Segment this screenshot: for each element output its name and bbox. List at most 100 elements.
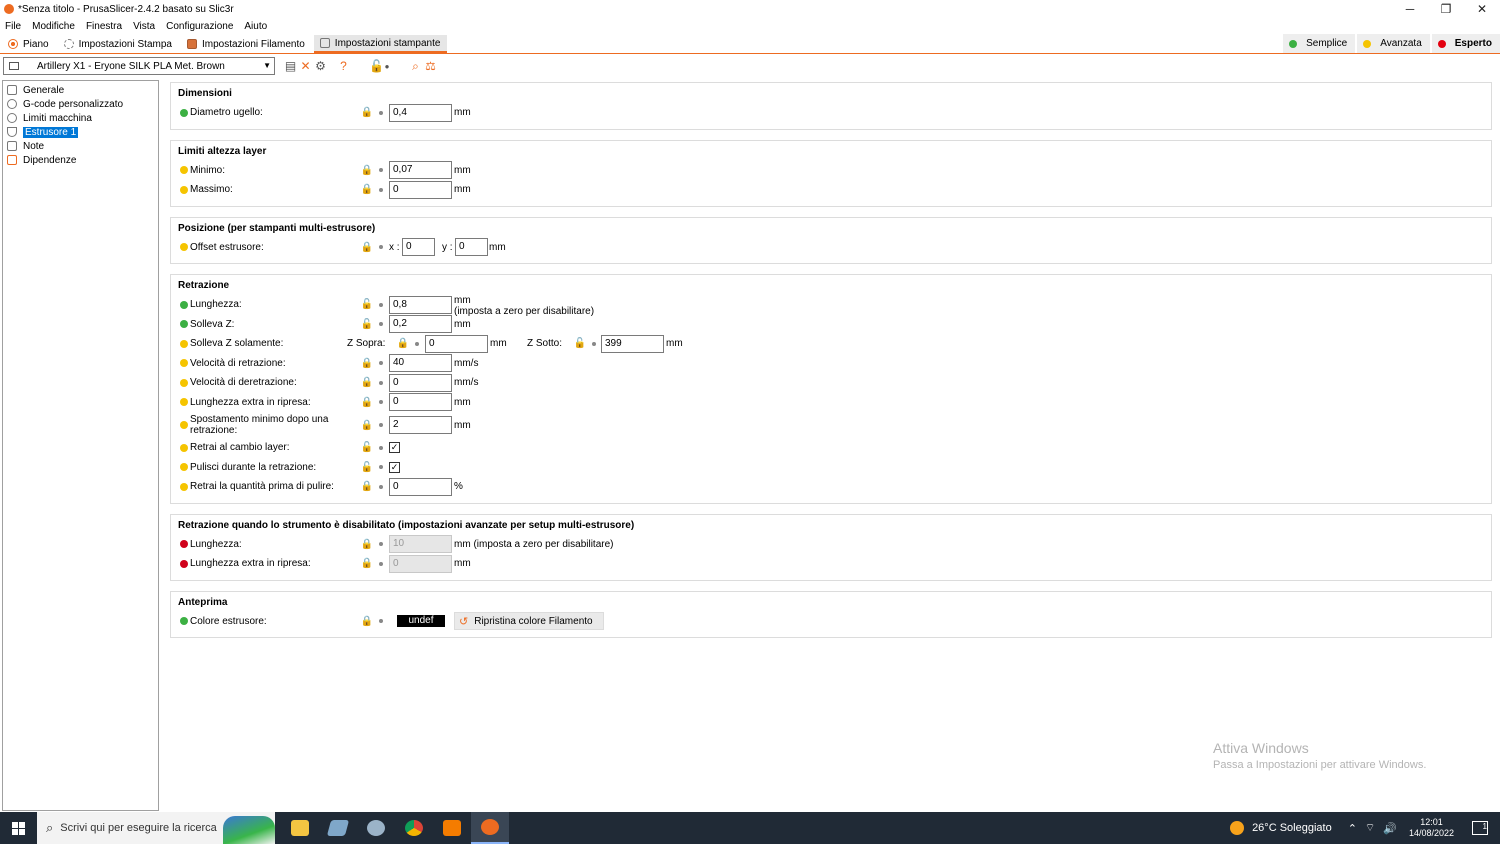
sidebar-item-limiti[interactable]: Limiti macchina bbox=[3, 111, 158, 125]
reset-button-label: Ripristina colore Filamento bbox=[474, 615, 593, 627]
offset-x-input[interactable]: 0 bbox=[402, 238, 435, 257]
sidebar-item-estrusore[interactable]: Estrusore 1 bbox=[3, 125, 158, 139]
menu-modifiche[interactable]: Modifiche bbox=[32, 21, 75, 32]
wipe-checkbox[interactable]: ✓ bbox=[389, 461, 400, 473]
mode-semplice-button[interactable]: Semplice bbox=[1283, 34, 1356, 53]
setting-label: Diametro ugello: bbox=[190, 107, 263, 119]
sidebar-item-label: Estrusore 1 bbox=[23, 126, 79, 138]
unit-label: mm bbox=[490, 338, 507, 350]
nozzle-diameter-input[interactable]: 0,4 bbox=[389, 103, 452, 122]
lock-icon[interactable]: 🔒 bbox=[361, 420, 373, 431]
sidebar-item-note[interactable]: Note bbox=[3, 139, 158, 153]
lock-icon[interactable]: 🔒 bbox=[361, 358, 373, 369]
close-button[interactable]: ✕ bbox=[1464, 0, 1500, 18]
tab-impostazioni-filamento[interactable]: Impostazioni Filamento bbox=[181, 35, 312, 53]
min-layer-height-input[interactable]: 0,07 bbox=[389, 161, 452, 180]
retract-before-wipe-input[interactable]: 0 bbox=[389, 477, 452, 496]
lock-icon[interactable]: 🔒 bbox=[361, 481, 373, 492]
delete-preset-icon[interactable]: ✕ bbox=[298, 58, 313, 74]
clock[interactable]: 12:01 14/08/2022 bbox=[1409, 817, 1454, 839]
system-tray: 26°C Soleggiato ⌃ ⌔ 🔊 12:01 14/08/2022 1 bbox=[1230, 812, 1500, 844]
taskbar-app-3[interactable] bbox=[357, 812, 395, 844]
volume-icon[interactable]: 🔊 bbox=[1383, 822, 1397, 835]
unit-label: % bbox=[454, 481, 463, 493]
start-button[interactable] bbox=[0, 812, 37, 844]
menu-finestra[interactable]: Finestra bbox=[86, 21, 122, 32]
lock-icon[interactable]: 🔒 bbox=[361, 165, 373, 176]
lock-icon[interactable]: 🔒 bbox=[361, 107, 373, 118]
deretract-speed-input[interactable]: 0 bbox=[389, 373, 452, 392]
tab-impostazioni-stampante[interactable]: Impostazioni stampante bbox=[313, 35, 448, 53]
system-dot-icon bbox=[379, 619, 383, 624]
notification-icon[interactable]: 1 bbox=[1472, 821, 1488, 835]
z-sotto-input[interactable]: 399 bbox=[601, 334, 664, 353]
taskbar-search[interactable]: ⌕ Scrivi qui per eseguire la ricerca bbox=[37, 812, 275, 844]
lock-icon[interactable]: 🔒 bbox=[361, 558, 373, 569]
sidebar-item-gcode[interactable]: G-code personalizzato bbox=[3, 97, 158, 111]
question-icon[interactable]: ? bbox=[336, 58, 351, 74]
offset-y-input[interactable]: 0 bbox=[455, 238, 488, 257]
preset-toolbar: Artillery X1 - Eryone SILK PLA Met. Brow… bbox=[0, 55, 1500, 77]
lock-icon[interactable]: 🔒 bbox=[361, 242, 373, 253]
unit-label: mm bbox=[666, 338, 683, 350]
lock-icon[interactable]: 🔒 bbox=[361, 539, 373, 550]
retract-speed-input[interactable]: 40 bbox=[389, 354, 452, 373]
group-retrazione-disabilitato: Retrazione quando lo strumento è disabil… bbox=[170, 513, 1492, 581]
sidebar-item-generale[interactable]: Generale bbox=[3, 83, 158, 97]
save-preset-icon[interactable]: ▤ bbox=[283, 58, 298, 74]
lock-open-icon[interactable]: 🔓 bbox=[361, 319, 373, 330]
reset-filament-color-button[interactable]: ↺ Ripristina colore Filamento bbox=[454, 612, 604, 631]
chevron-up-icon[interactable]: ⌃ bbox=[1348, 822, 1357, 835]
min-travel-input[interactable]: 2 bbox=[389, 416, 452, 434]
lock-icon[interactable]: 🔒 bbox=[361, 184, 373, 195]
mode-avanzata-button[interactable]: Avanzata bbox=[1357, 34, 1430, 53]
menu-aiuto[interactable]: Aiuto bbox=[244, 21, 267, 32]
taskbar-file-explorer[interactable] bbox=[281, 812, 319, 844]
mode-esperto-button[interactable]: Esperto bbox=[1431, 34, 1500, 53]
menu-vista[interactable]: Vista bbox=[133, 21, 155, 32]
yellow-dot-icon bbox=[180, 359, 188, 368]
extruder-color-swatch[interactable]: undef bbox=[397, 615, 445, 628]
sidebar-item-dipendenze[interactable]: Dipendenze bbox=[3, 153, 158, 167]
extra-restart-toolchange-input: 0 bbox=[389, 554, 452, 573]
tab-piano[interactable]: Piano bbox=[2, 35, 56, 53]
retract-layer-change-checkbox[interactable]: ✓ bbox=[389, 442, 400, 454]
lock-icon[interactable]: 🔒 bbox=[361, 377, 373, 388]
weather-widget[interactable]: 26°C Soleggiato bbox=[1252, 822, 1332, 834]
extra-restart-length-input[interactable]: 0 bbox=[389, 393, 452, 412]
lock-icon[interactable]: 🔒 bbox=[361, 397, 373, 408]
network-icon[interactable]: ⌔ bbox=[1365, 821, 1375, 835]
taskbar-app-5[interactable] bbox=[433, 812, 471, 844]
lock-open-icon[interactable]: 🔓 bbox=[361, 462, 373, 473]
z-sotto-label: Z Sotto: bbox=[527, 338, 563, 350]
setting-row: Lunghezza: 🔓 0,8 mm (imposta a zero per … bbox=[171, 295, 1491, 317]
restore-button[interactable]: ❐ bbox=[1428, 0, 1464, 18]
taskbar-prusaslicer[interactable] bbox=[471, 812, 509, 844]
lock-open-icon[interactable]: 🔓 bbox=[361, 442, 373, 453]
max-layer-height-input[interactable]: 0 bbox=[389, 180, 452, 199]
minimize-button[interactable]: ─ bbox=[1392, 0, 1428, 18]
menu-configurazione[interactable]: Configurazione bbox=[166, 21, 233, 32]
setting-label: Lunghezza extra in ripresa: bbox=[190, 396, 311, 408]
gear-icon[interactable]: ⚙ bbox=[313, 58, 328, 74]
compare-icon[interactable]: ⚖ bbox=[423, 58, 438, 74]
app-icon bbox=[443, 820, 461, 836]
system-dot-icon bbox=[415, 341, 419, 346]
search-icon[interactable]: ⌕ bbox=[408, 58, 423, 74]
printer-preset-select[interactable]: Artillery X1 - Eryone SILK PLA Met. Brow… bbox=[3, 57, 275, 75]
lift-z-input[interactable]: 0,2 bbox=[389, 315, 452, 334]
tab-impostazioni-stampa[interactable]: Impostazioni Stampa bbox=[58, 35, 179, 53]
unit-label: mm/s bbox=[454, 357, 479, 369]
windows-logo-icon bbox=[12, 821, 25, 835]
lock-open-icon[interactable]: 🔓 bbox=[369, 58, 384, 74]
retract-length-input[interactable]: 0,8 bbox=[389, 295, 452, 314]
z-sopra-input[interactable]: 0 bbox=[425, 334, 488, 353]
lock-icon[interactable]: 🔒 bbox=[397, 338, 409, 349]
lock-open-icon[interactable]: 🔓 bbox=[574, 338, 586, 349]
menu-file[interactable]: File bbox=[5, 21, 21, 32]
lock-open-icon[interactable]: 🔓 bbox=[361, 299, 373, 310]
green-dot-icon bbox=[180, 108, 188, 117]
lock-icon[interactable]: 🔒 bbox=[361, 616, 373, 627]
taskbar-chrome[interactable] bbox=[395, 812, 433, 844]
taskbar-app-2[interactable] bbox=[319, 812, 357, 844]
